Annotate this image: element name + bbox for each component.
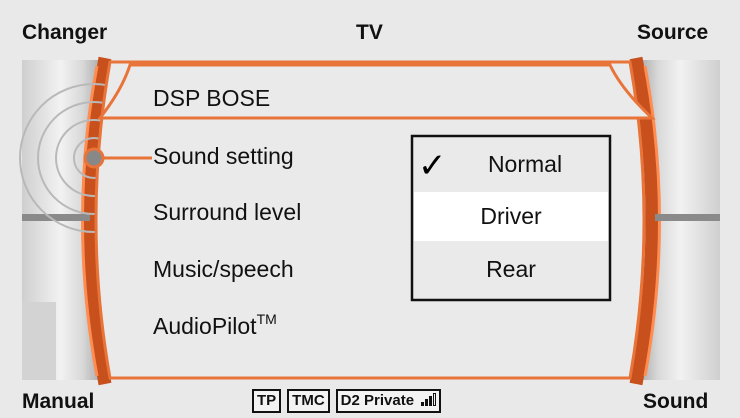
menu-item-surround-level[interactable]: Surround level — [153, 199, 301, 226]
sound-button[interactable]: Sound — [643, 390, 708, 414]
menu-item-audiopilot[interactable]: AudioPilotTM — [153, 311, 277, 340]
menu-item-label: Sound setting — [153, 143, 294, 169]
changer-button[interactable]: Changer — [22, 21, 107, 45]
station-label: D2 Private — [340, 392, 415, 409]
screen-canvas — [0, 0, 740, 418]
station-badge: D2 Private — [335, 389, 442, 413]
menu-item-label: AudioPilot — [153, 313, 257, 339]
trademark-superscript: TM — [256, 311, 277, 327]
menu-item-label: Music/speech — [153, 256, 294, 282]
tv-button[interactable]: TV — [356, 21, 383, 45]
tmc-badge: TMC — [287, 389, 330, 413]
source-button[interactable]: Source — [637, 21, 708, 45]
option-label: Rear — [486, 256, 536, 282]
option-rear[interactable]: Rear — [414, 245, 608, 293]
tp-badge: TP — [252, 389, 282, 413]
status-bar: TP TMC D2 Private — [252, 389, 442, 413]
option-driver[interactable]: Driver — [414, 192, 608, 240]
knob-indicator-icon — [83, 147, 105, 169]
option-label: Driver — [480, 203, 542, 229]
option-label: Normal — [487, 151, 563, 177]
menu-title: DSP BOSE — [153, 85, 271, 111]
menu-item-music-speech[interactable]: Music/speech — [153, 256, 294, 283]
menu-item-label: Surround level — [153, 199, 302, 225]
signal-strength-icon — [421, 393, 437, 406]
option-normal[interactable]: Normal — [440, 140, 610, 188]
manual-button[interactable]: Manual — [22, 390, 94, 414]
menu-item-sound-setting[interactable]: Sound setting — [153, 143, 294, 170]
